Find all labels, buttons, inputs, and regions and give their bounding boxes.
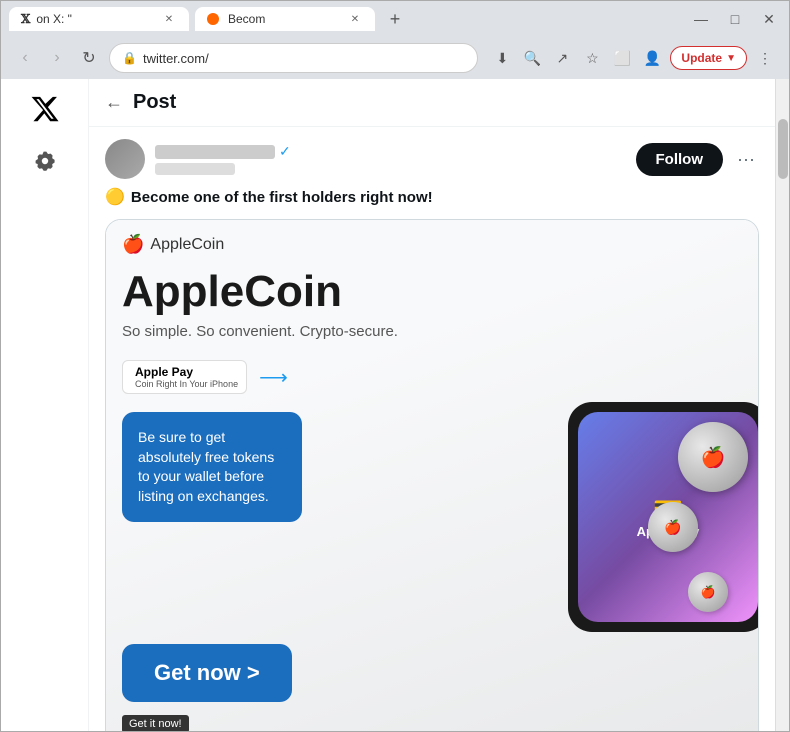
- download-icon[interactable]: ⬇: [490, 46, 514, 70]
- twitter-content: ← Post ✓ F: [1, 79, 775, 731]
- user-handle: [155, 163, 235, 175]
- bookmark-icon[interactable]: ☆: [580, 46, 604, 70]
- coin-logo-large: 🍎: [701, 445, 726, 470]
- browser-frame: 𝕏 on X: " ✕ Becom ✕ + — □ ✕ ‹ › ↻ 🔒 twit…: [0, 0, 790, 732]
- url-bar[interactable]: 🔒 twitter.com/: [109, 43, 478, 73]
- minimize-button[interactable]: —: [689, 7, 713, 31]
- applecoin-card: 🍎 AppleCoin AppleCoin So simple. So conv…: [106, 220, 758, 731]
- refresh-button[interactable]: ↻: [77, 46, 101, 70]
- get-now-button[interactable]: Get now >: [122, 644, 292, 702]
- ad-image[interactable]: 🍎 AppleCoin AppleCoin So simple. So conv…: [105, 219, 759, 731]
- window-controls: — □ ✕: [689, 7, 781, 31]
- new-tab-button[interactable]: +: [381, 5, 409, 33]
- search-icon[interactable]: 🔍: [520, 46, 544, 70]
- arrow-icon: ⟶: [259, 365, 288, 390]
- card-content: 🍎 AppleCoin AppleCoin So simple. So conv…: [106, 220, 758, 731]
- twitter-logo[interactable]: [27, 91, 63, 127]
- apple-pay-badge: Apple Pay Coin Right In Your iPhone: [122, 360, 247, 394]
- twitter-main: ← Post ✓ F: [89, 79, 775, 731]
- lock-icon: 🔒: [122, 51, 137, 65]
- coin-medium: 🍎: [648, 502, 698, 552]
- split-view-icon[interactable]: ⬜: [610, 46, 634, 70]
- coin-logo-small: 🍎: [701, 585, 716, 599]
- update-label: Update: [681, 51, 722, 65]
- tab2-favicon: [207, 13, 219, 25]
- user-row: ✓ Follow ···: [105, 139, 759, 179]
- blue-box: Be sure to get absolutely free tokens to…: [122, 412, 302, 522]
- settings-icon[interactable]: [27, 143, 63, 179]
- back-button[interactable]: ‹: [13, 46, 37, 70]
- scrollbar[interactable]: [775, 79, 789, 731]
- apple-logo-icon: 🍎: [122, 234, 144, 255]
- share-icon[interactable]: ↗: [550, 46, 574, 70]
- update-button[interactable]: Update ▼: [670, 46, 747, 70]
- avatar: [105, 139, 145, 179]
- applecoin-title: AppleCoin: [106, 263, 758, 321]
- card-header: 🍎 AppleCoin: [106, 220, 758, 263]
- more-options-button[interactable]: ···: [733, 145, 759, 174]
- follow-button[interactable]: Follow: [636, 143, 724, 176]
- title-bar: 𝕏 on X: " ✕ Becom ✕ + — □ ✕: [1, 1, 789, 37]
- blue-box-text: Be sure to get absolutely free tokens to…: [138, 429, 274, 504]
- get-it-now-tooltip: Get it now!: [122, 715, 189, 731]
- toolbar-icons: ⬇ 🔍 ↗ ☆ ⬜ 👤 Update ▼ ⋮: [490, 46, 777, 70]
- tab1-label: on X: ": [36, 12, 72, 26]
- twitter-sidebar: [1, 79, 89, 731]
- coin-large: 🍎: [678, 422, 748, 492]
- user-name: [155, 145, 275, 159]
- content-area: ← Post ✓ F: [1, 79, 789, 731]
- post-text: 🟡 Become one of the first holders right …: [105, 187, 759, 207]
- tab-1[interactable]: 𝕏 on X: " ✕: [9, 7, 189, 31]
- post-emoji: 🟡: [105, 187, 125, 207]
- menu-icon[interactable]: ⋮: [753, 46, 777, 70]
- profile-icon[interactable]: 👤: [640, 46, 664, 70]
- post-header: ← Post: [89, 79, 775, 127]
- applecoin-brand: AppleCoin: [150, 236, 224, 254]
- coin-logo-medium: 🍎: [664, 519, 681, 536]
- tooltip-text: Get it now!: [129, 718, 182, 730]
- post-text-content: Become one of the first holders right no…: [131, 189, 433, 206]
- user-info: ✓: [155, 143, 626, 175]
- tab-2[interactable]: Becom ✕: [195, 7, 375, 31]
- update-chevron: ▼: [726, 53, 736, 64]
- tab1-x-icon: 𝕏: [21, 12, 30, 27]
- post-title: Post: [133, 91, 176, 114]
- applecoin-subtitle: So simple. So convenient. Crypto-secure.: [106, 321, 758, 352]
- url-text: twitter.com/: [143, 51, 465, 66]
- apple-pay-label: Apple Pay: [135, 365, 238, 379]
- scrollbar-thumb[interactable]: [778, 119, 788, 179]
- coin-small: 🍎: [688, 572, 728, 612]
- forward-button[interactable]: ›: [45, 46, 69, 70]
- tab2-label: Becom: [228, 12, 265, 26]
- post-content: ✓ Follow ··· 🟡 Become one of the first h…: [89, 127, 775, 731]
- phone-section: Be sure to get absolutely free tokens to…: [106, 402, 758, 632]
- verified-badge: ✓: [279, 143, 291, 160]
- tab1-close[interactable]: ✕: [161, 11, 177, 27]
- address-bar: ‹ › ↻ 🔒 twitter.com/ ⬇ 🔍 ↗ ☆ ⬜ 👤 Update …: [1, 37, 789, 79]
- apple-pay-row: Apple Pay Coin Right In Your iPhone ⟶: [106, 352, 758, 402]
- apple-pay-sublabel: Coin Right In Your iPhone: [135, 379, 238, 389]
- maximize-button[interactable]: □: [723, 7, 747, 31]
- back-button[interactable]: ←: [105, 92, 123, 113]
- user-name-row: ✓: [155, 143, 626, 160]
- tab2-close[interactable]: ✕: [347, 11, 363, 27]
- close-button[interactable]: ✕: [757, 7, 781, 31]
